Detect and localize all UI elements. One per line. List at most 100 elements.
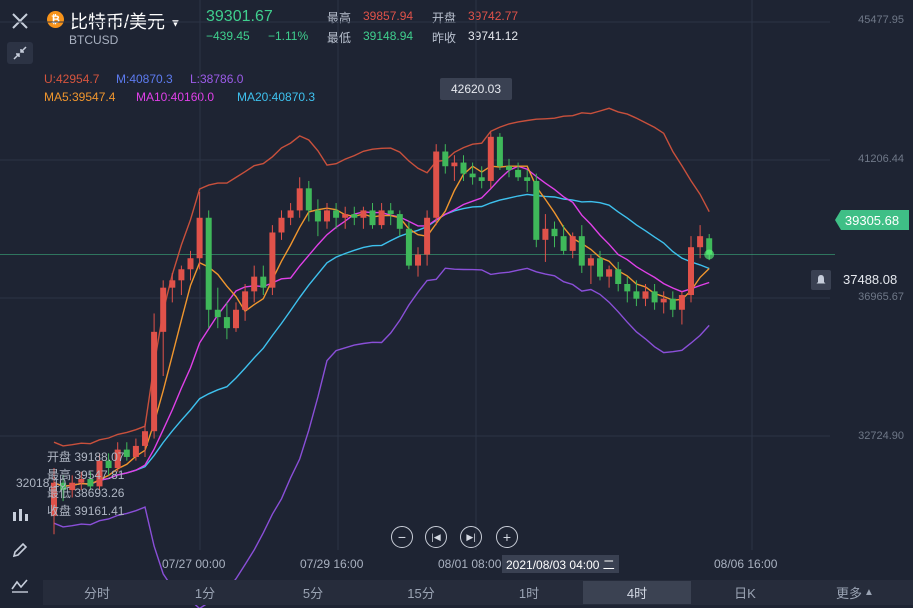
tab-1m[interactable]: 1分 (151, 581, 259, 604)
tab-timeshare[interactable]: 分时 (43, 581, 151, 604)
candle-body (415, 254, 421, 266)
tab-4h[interactable]: 4时 (583, 581, 691, 604)
x-tick-label: 07/27 00:00 (162, 557, 226, 571)
candle-body (678, 295, 685, 310)
ohlc-close-label: 收盘 (47, 504, 72, 518)
scroll-right-button[interactable]: ▶| (460, 526, 482, 548)
candle-body (624, 284, 631, 292)
candle-body (569, 236, 576, 251)
ohlc-close: 39161.41 (74, 504, 125, 518)
candle-body (597, 258, 603, 277)
candle-body (688, 247, 694, 296)
candle-body (242, 291, 249, 310)
high-tooltip: 42620.03 (440, 78, 512, 100)
candle-body (606, 269, 613, 277)
candle-body (187, 258, 194, 270)
candle-body (633, 291, 640, 299)
scroll-left-button[interactable]: |◀ (425, 526, 447, 548)
candle-body (205, 217, 212, 310)
tab-1h[interactable]: 1时 (475, 581, 583, 604)
crosshair-time-label: 2021/08/03 04:00 二 (502, 555, 619, 573)
ohlc-low: 38693.26 (74, 486, 125, 500)
candle-body (314, 210, 321, 222)
candle-body (651, 291, 658, 303)
candle-body (506, 166, 512, 170)
candle-body (123, 449, 130, 457)
alert-price: 37488.08 (843, 272, 898, 287)
y-tick-label: 36965.67 (858, 291, 904, 303)
live-price-dot (704, 249, 715, 260)
candle-body (178, 269, 185, 281)
y-tick-label: 45477.95 (858, 14, 904, 26)
candle-body (615, 269, 622, 284)
candle-body (396, 214, 403, 229)
candle-body (487, 136, 494, 181)
candle-body (223, 317, 230, 329)
candle-body (578, 236, 585, 266)
candle-body (451, 162, 458, 167)
candle-body (587, 258, 594, 266)
candle-body (269, 232, 276, 288)
candle-body (378, 210, 385, 226)
candle-body (369, 210, 376, 226)
candle-body (533, 180, 540, 240)
y-tick-label: 41206.44 (858, 153, 904, 165)
candle-body (233, 309, 239, 329)
indicator-icon[interactable] (7, 503, 33, 529)
tab-more-label: 更多 (836, 586, 863, 601)
candle-body (132, 445, 139, 457)
x-tick-label: 08/01 08:00 (438, 557, 502, 571)
candle-body (296, 188, 303, 211)
candle-body (560, 236, 567, 251)
y-tick-label: 32724.90 (858, 430, 904, 442)
candle-body (287, 210, 294, 218)
tab-more[interactable]: 更多 ▲ (799, 581, 911, 604)
candle-body (333, 210, 340, 218)
candle-body (433, 151, 440, 218)
candle-body (151, 331, 158, 432)
candle-body (169, 280, 176, 288)
tab-daily[interactable]: 日K (691, 581, 799, 604)
line-chart-icon[interactable] (7, 572, 33, 598)
candle-body (342, 214, 349, 218)
candle-body (524, 177, 531, 181)
candle-body (360, 210, 367, 218)
candle-body (251, 276, 258, 292)
candle-body (460, 162, 467, 174)
tab-15m[interactable]: 15分 (367, 581, 475, 604)
candle-body (278, 217, 285, 233)
ohlc-high-label: 最高 (47, 468, 72, 482)
ohlc-open: 39188.07 (74, 450, 125, 464)
candle-body (515, 169, 522, 178)
candle-body (669, 298, 676, 310)
candle-body (351, 214, 358, 218)
candle-body (160, 287, 167, 332)
candle-body (660, 298, 667, 303)
candle-body (405, 228, 412, 266)
candle-body (551, 228, 558, 237)
candle-body (305, 188, 312, 211)
candle-body (260, 276, 267, 288)
tab-5m[interactable]: 5分 (259, 581, 367, 604)
candle-body (424, 217, 431, 255)
candle-body (442, 151, 449, 167)
x-tick-label: 08/06 16:00 (714, 557, 778, 571)
candle-body (542, 228, 549, 240)
candle-body (324, 210, 330, 222)
candle-body (642, 291, 649, 299)
current-price-tag: 39305.68 (835, 210, 909, 230)
candle-body (214, 309, 221, 318)
candle-body (478, 177, 485, 181)
caret-up-icon: ▲ (864, 587, 874, 598)
x-tick-label: 07/29 16:00 (300, 557, 364, 571)
zoom-in-button[interactable]: + (496, 526, 518, 548)
candle-body (196, 217, 203, 259)
ohlc-open-label: 开盘 (47, 450, 72, 464)
candle-body (496, 136, 503, 167)
zoom-out-button[interactable]: − (391, 526, 413, 548)
candle-body (469, 173, 476, 178)
pencil-icon[interactable] (7, 537, 33, 563)
bell-icon[interactable] (811, 270, 831, 290)
ohlc-low-label: 最低 (47, 486, 72, 500)
ohlc-high: 39547.81 (74, 468, 125, 482)
